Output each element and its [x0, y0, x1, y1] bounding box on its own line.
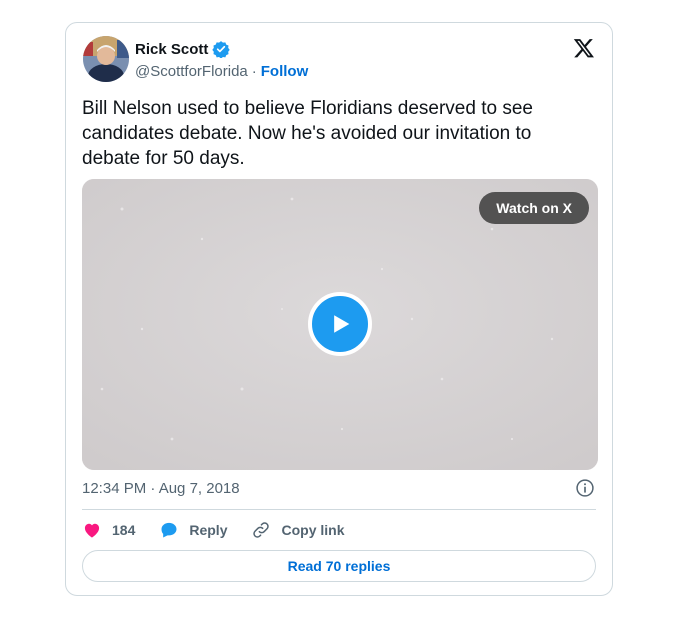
- like-button[interactable]: 184: [82, 520, 135, 540]
- tweet-text-line: candidates debate. Now he's avoided our …: [82, 123, 532, 144]
- author-handle-row: @ScottforFlorida · Follow: [135, 63, 308, 80]
- watch-on-x-button[interactable]: Watch on X: [479, 192, 589, 224]
- read-replies-button[interactable]: Read 70 replies: [82, 550, 596, 582]
- reply-bubble-icon: [161, 522, 177, 538]
- play-button[interactable]: [308, 292, 372, 356]
- tweet-text: Bill Nelson used to believe Floridians d…: [82, 96, 582, 171]
- link-icon: [253, 522, 270, 538]
- reply-label: Reply: [189, 522, 228, 538]
- tweet-text-line: debate for 50 days.: [82, 148, 245, 169]
- verified-badge-icon: [212, 40, 231, 59]
- copy-link-button[interactable]: Copy link: [251, 520, 345, 540]
- video-player[interactable]: Watch on X: [82, 179, 598, 470]
- tweet-timestamp[interactable]: 12:34 PM · Aug 7, 2018: [82, 480, 240, 497]
- info-icon[interactable]: [575, 478, 595, 498]
- author-handle[interactable]: @ScottforFlorida: [135, 63, 248, 80]
- author-name-row: Rick Scott: [135, 40, 231, 59]
- x-logo-icon[interactable]: [573, 37, 595, 59]
- avatar[interactable]: [83, 36, 129, 82]
- copy-link-label: Copy link: [281, 522, 345, 538]
- handle-separator: ·: [251, 63, 257, 80]
- divider: [82, 509, 596, 510]
- author-name[interactable]: Rick Scott: [135, 41, 208, 58]
- reply-button[interactable]: Reply: [159, 520, 227, 540]
- tweet-card: Rick Scott @ScottforFlorida · Follow Bil…: [65, 22, 613, 596]
- heart-icon: [84, 523, 100, 538]
- play-icon: [334, 315, 350, 333]
- action-bar: 184 Reply Copy link: [82, 520, 369, 540]
- follow-button[interactable]: Follow: [261, 63, 309, 80]
- tweet-text-line: Bill Nelson used to believe Floridians d…: [82, 98, 533, 119]
- like-count: 184: [112, 522, 136, 538]
